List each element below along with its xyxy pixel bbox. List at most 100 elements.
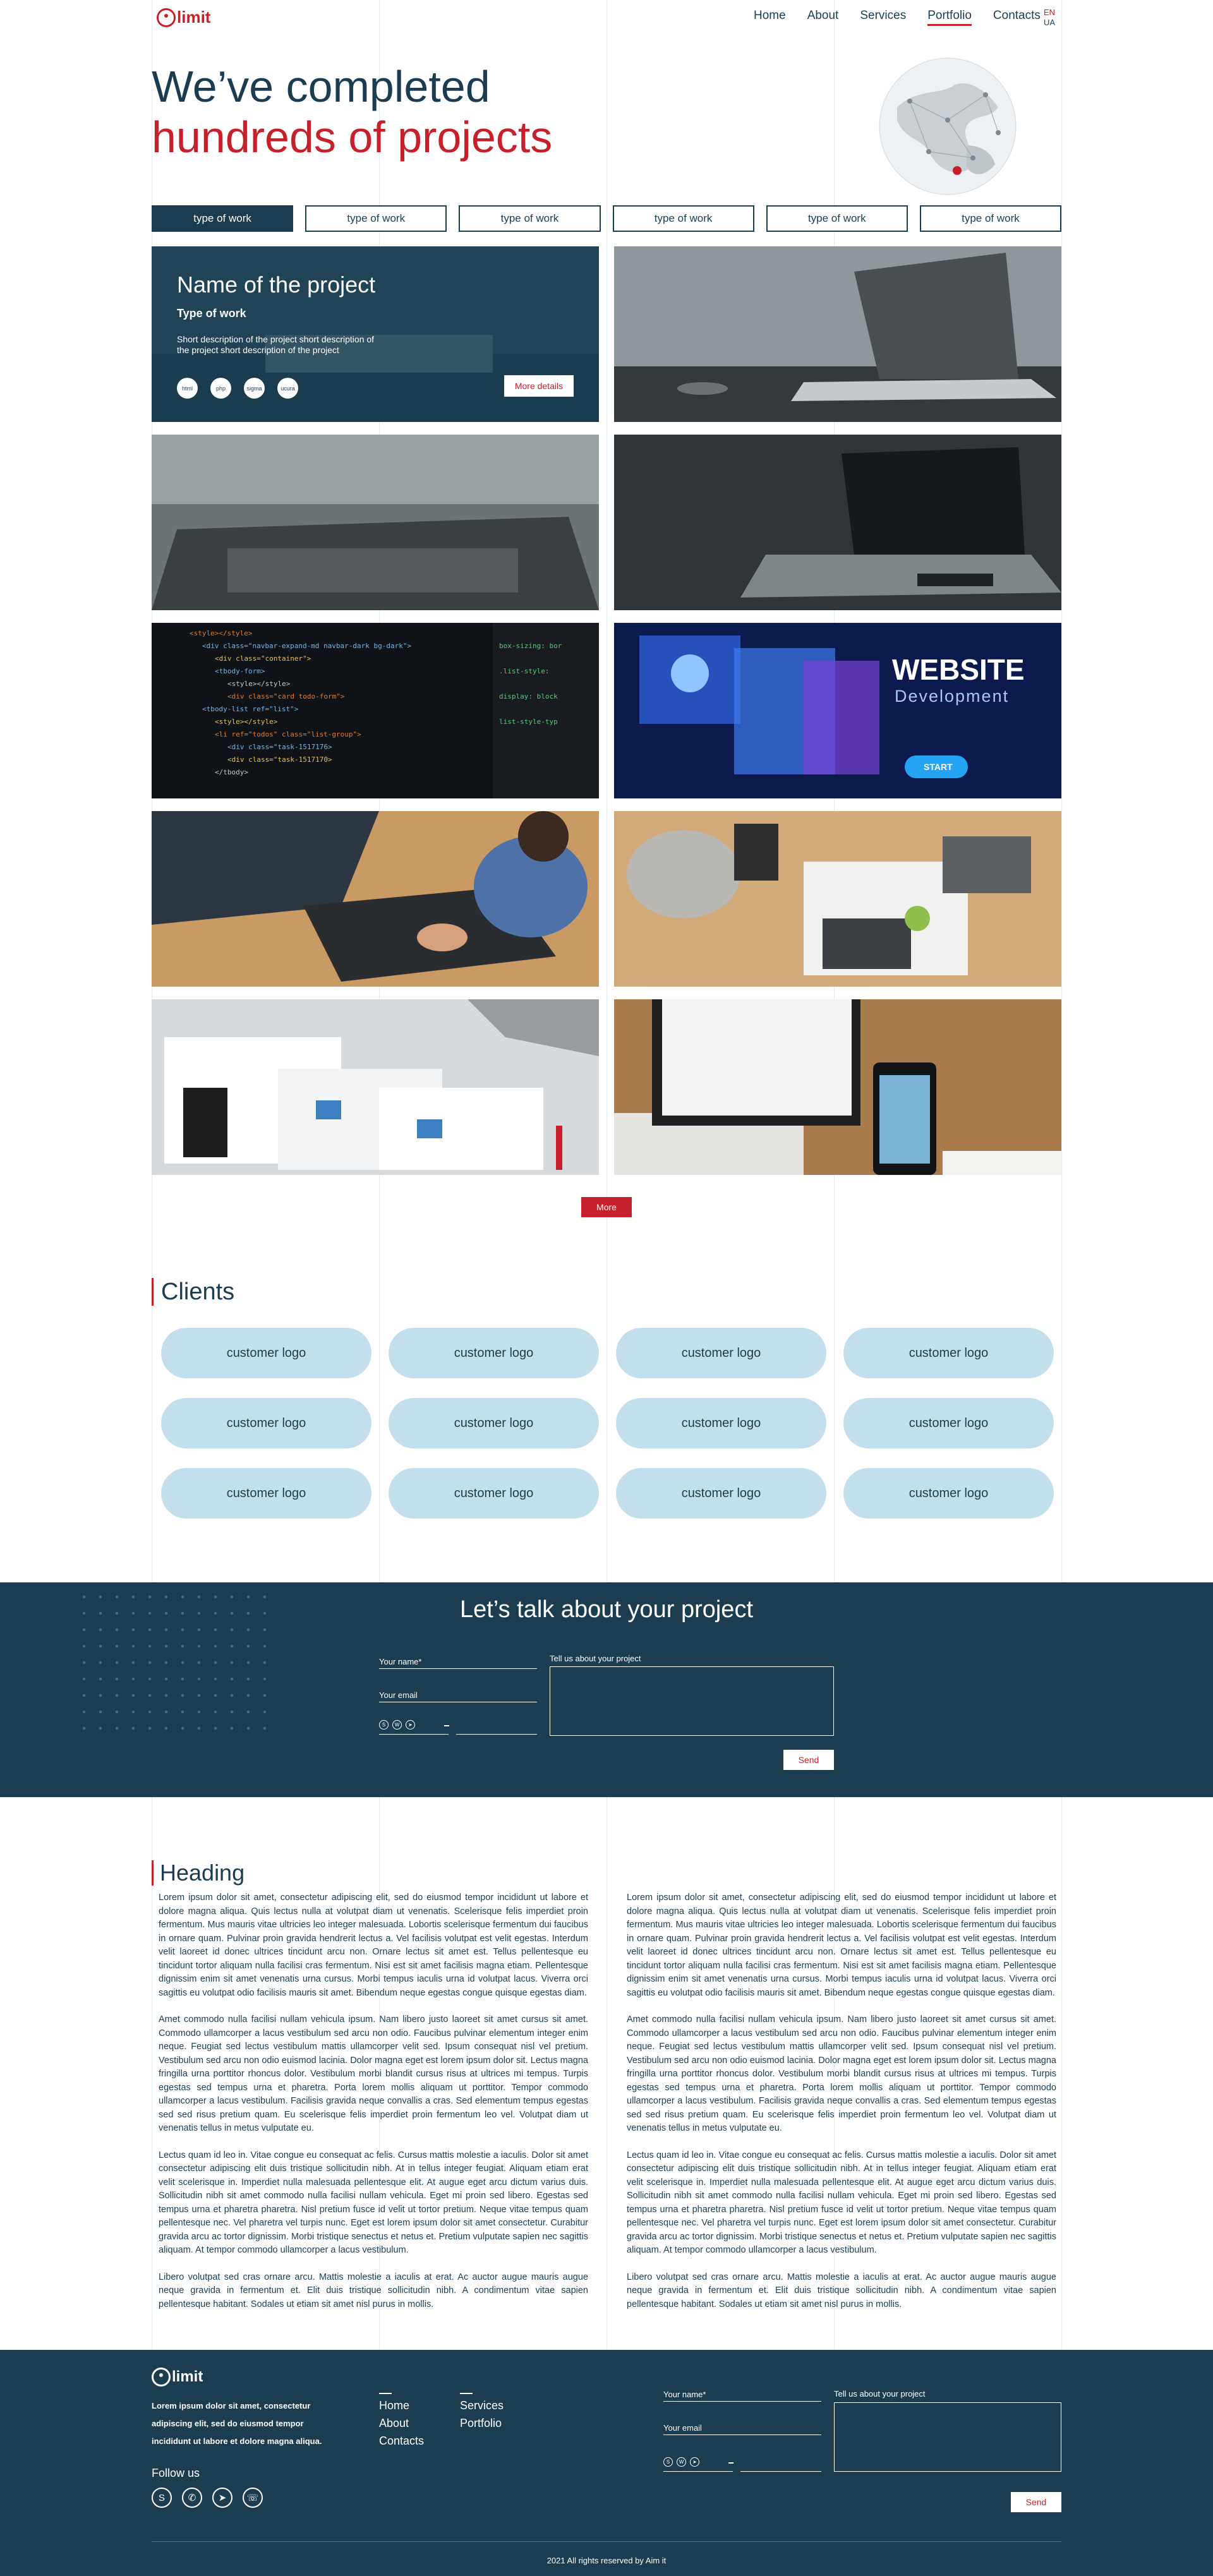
project-card[interactable]: <style></style> <div class="navbar-expan… [152,623,599,798]
nav-home[interactable]: Home [754,9,786,26]
footer-link-services[interactable]: Services [460,2397,504,2414]
svg-text:Development: Development [895,687,1009,706]
whatsapp-icon[interactable]: W [677,2457,686,2467]
nav-contacts[interactable]: Contacts [993,9,1041,26]
project-card-featured[interactable]: Name of the project Type of work Short d… [152,246,599,422]
filter-button[interactable]: type of work [919,205,1062,232]
send-button[interactable]: Send [783,1750,834,1770]
project-card[interactable] [614,246,1061,422]
copyright: 2021 All rights reserved by Aim it [152,2541,1061,2565]
article-heading: Heading [152,1860,244,1886]
project-card[interactable] [614,435,1061,610]
project-card[interactable] [614,999,1061,1175]
footer-social: S ✆ ➤ ☏ [152,2488,263,2508]
client-logo: customer logo [389,1468,599,1519]
telegram-icon[interactable]: ➤ [690,2457,699,2467]
footer-logo-text: limit [172,2368,203,2385]
skype-icon[interactable]: S [663,2457,673,2467]
more-details-button[interactable]: More details [504,375,574,397]
telegram-icon[interactable]: ➤ [406,1720,415,1730]
svg-text:box-sizing: bor: box-sizing: bor [499,642,562,650]
contact-title: Let’s talk about your project [459,1596,753,1623]
project-card[interactable] [152,435,599,610]
footer-link-portfolio[interactable]: Portfolio [460,2414,504,2432]
message-textarea[interactable] [550,1666,834,1736]
project-card[interactable]: WEBSITE Development START [614,623,1061,798]
client-logo: customer logo [161,1468,371,1519]
main-nav: Home About Services Portfolio Contacts [754,9,1062,26]
whatsapp-icon[interactable]: ✆ [182,2488,202,2508]
filter-button[interactable]: type of work [152,205,294,232]
message-label: Tell us about your project [550,1654,641,1663]
client-logo: customer logo [616,1328,826,1378]
phone-field[interactable] [456,1734,537,1735]
project-image [614,246,1061,422]
messenger-options: S W ➤ [379,1720,415,1730]
project-image [152,811,599,987]
footer-link-contacts[interactable]: Contacts [379,2432,424,2450]
filter-button[interactable]: type of work [305,205,447,232]
nav-about[interactable]: About [807,9,839,26]
footer-logo[interactable]: limit [152,2368,203,2386]
svg-text:<div class="card todo-form">: <div class="card todo-form"> [227,692,345,701]
logo-text: limit [177,8,211,27]
email-field[interactable]: Your email [379,1688,537,1702]
footer-dropdown-dash[interactable] [728,2462,733,2464]
svg-text:display: block: display: block [499,692,558,701]
project-type: Type of work [177,307,246,320]
paragraph: Amet commodo nulla facilisi nullam vehic… [627,2014,1056,2133]
lang-ua[interactable]: UA [1044,18,1055,28]
footer: limit Lorem ipsum dolor sit amet, consec… [0,2350,1213,2576]
dropdown-dash[interactable] [444,1725,449,1726]
lang-en[interactable]: EN [1044,8,1055,17]
footer-name-field[interactable]: Your name* [663,2388,821,2402]
viber-icon[interactable]: ☏ [243,2488,263,2508]
tech-badge: sigma [244,378,265,399]
project-card[interactable] [152,811,599,987]
nav-services[interactable]: Services [860,9,906,26]
project-image [152,999,599,1175]
skype-icon[interactable]: S [379,1720,389,1730]
logo[interactable]: limit [157,8,210,27]
more-projects-button[interactable]: More [581,1197,632,1217]
messenger-underline [379,1734,449,1735]
project-card[interactable] [614,811,1061,987]
clients-grid: customer logo customer logo customer log… [161,1328,1054,1519]
paragraph: Lectus quam id leo in. Vitae congue eu c… [159,2150,588,2256]
filter-button[interactable]: type of work [612,205,754,232]
footer-email-field[interactable]: Your email [663,2421,821,2435]
article-column-left: Lorem ipsum dolor sit amet, consectetur … [159,1891,588,2325]
footer-messenger-underline [663,2471,733,2472]
svg-text:.list-style:: .list-style: [499,667,549,675]
whatsapp-icon[interactable]: W [392,1720,402,1730]
nav-portfolio[interactable]: Portfolio [927,9,972,26]
project-overlay: Name of the project Type of work Short d… [152,246,599,422]
footer-link-home[interactable]: Home [379,2397,424,2414]
telegram-icon[interactable]: ➤ [212,2488,232,2508]
client-logo: customer logo [843,1398,1054,1448]
svg-text:<div class="task-1517176>: <div class="task-1517176> [227,743,332,751]
svg-text:<li ref="todos" class="list-gr: <li ref="todos" class="list-group"> [215,730,361,738]
project-description: Short description of the project short d… [177,334,375,355]
client-logo: customer logo [161,1398,371,1448]
filter-button[interactable]: type of work [459,205,601,232]
name-field[interactable]: Your name* [379,1655,537,1669]
svg-text:<style></style>: <style></style> [227,680,291,688]
svg-text:<div class="navbar-expand-md n: <div class="navbar-expand-md navbar-dark… [202,642,412,650]
footer-phone-field[interactable] [740,2471,821,2472]
article-column-right: Lorem ipsum dolor sit amet, consectetur … [627,1891,1056,2325]
footer-message-textarea[interactable] [834,2402,1061,2472]
language-switcher[interactable]: EN UA [1044,8,1055,28]
footer-send-button[interactable]: Send [1011,2492,1061,2512]
svg-text:<tbody-list ref="list">: <tbody-list ref="list"> [202,705,299,713]
hero-title: We’ve completed hundreds of projects [152,61,552,162]
project-card[interactable] [152,999,599,1175]
skype-icon[interactable]: S [152,2488,172,2508]
filter-button[interactable]: type of work [766,205,908,232]
client-logo: customer logo [616,1398,826,1448]
footer-messenger-options: S W ➤ [663,2457,699,2467]
footer-link-about[interactable]: About [379,2414,424,2432]
footer-links-col2: Services Portfolio [460,2393,504,2432]
contact-section: Let’s talk about your project Your name*… [0,1582,1213,1797]
tech-badge: php [210,378,231,399]
